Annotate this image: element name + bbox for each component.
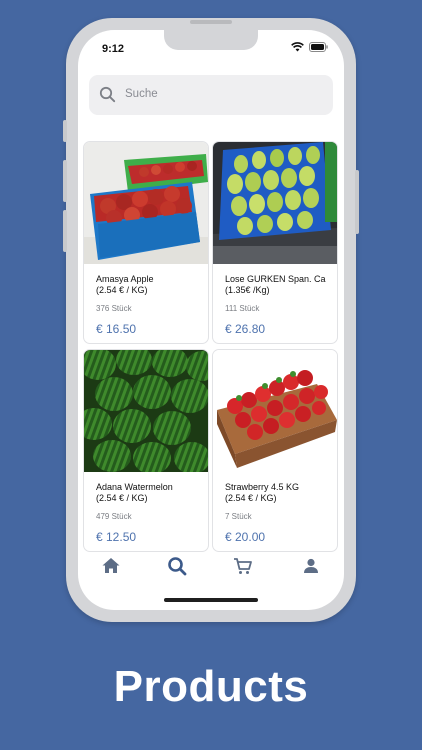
- home-icon: [102, 558, 120, 573]
- product-card[interactable]: Lose GURKEN Span. Ca (1.35€ /Kg) 111 Stü…: [212, 141, 338, 344]
- product-stock: 376 Stück: [96, 304, 132, 313]
- status-icons: [291, 42, 328, 52]
- product-price: € 16.50: [96, 322, 137, 336]
- product-image-strawberries: [213, 350, 337, 472]
- product-name: Strawberry 4.5 KG (2.54 € / KG): [225, 482, 300, 503]
- mute-switch: [63, 120, 67, 142]
- app-screen: 9:12 Suche Amasya Apple (2.54 € / KG) 37…: [78, 30, 344, 610]
- battery-icon: [309, 42, 328, 52]
- cart-icon: [234, 558, 252, 574]
- tab-home[interactable]: [99, 554, 123, 578]
- search-icon: [99, 86, 116, 103]
- profile-icon: [304, 558, 318, 573]
- product-card[interactable]: Adana Watermelon (2.54 € / KG) 479 Stück…: [83, 349, 209, 552]
- product-stock: 111 Stück: [225, 304, 260, 313]
- status-time: 9:12: [102, 43, 125, 55]
- volume-down-button: [63, 210, 67, 252]
- product-name: Lose GURKEN Span. Ca (1.35€ /Kg): [225, 274, 326, 295]
- home-indicator: [164, 598, 258, 602]
- speaker-grille: [190, 20, 232, 24]
- product-card[interactable]: Amasya Apple (2.54 € / KG) 376 Stück € 1…: [83, 141, 209, 344]
- power-button: [355, 170, 359, 234]
- phone-frame: 9:12 Suche Amasya Apple (2.54 € / KG) 37…: [63, 18, 359, 622]
- volume-up-button: [63, 160, 67, 202]
- product-name: Amasya Apple (2.54 € / KG): [96, 274, 154, 295]
- product-image-watermelons: [84, 350, 208, 472]
- search-placeholder[interactable]: Suche: [125, 88, 158, 100]
- product-price: € 26.80: [225, 322, 266, 336]
- tab-search[interactable]: [165, 554, 189, 578]
- product-price: € 20.00: [225, 530, 266, 544]
- tab-cart[interactable]: [231, 554, 255, 578]
- tab-bar: [78, 552, 344, 582]
- product-stock: 479 Stück: [96, 512, 132, 521]
- marketing-caption: Products: [113, 662, 309, 711]
- product-stock: 7 Stück: [225, 512, 252, 521]
- product-name: Adana Watermelon (2.54 € / KG): [96, 482, 173, 503]
- product-image-pears: [213, 142, 337, 264]
- product-card[interactable]: Strawberry 4.5 KG (2.54 € / KG) 7 Stück …: [212, 349, 338, 552]
- tab-profile[interactable]: [299, 554, 323, 578]
- wifi-icon: [291, 42, 304, 52]
- product-image-apples: [84, 142, 208, 264]
- search-bar[interactable]: Suche: [89, 75, 333, 115]
- search-icon: [168, 557, 187, 576]
- notch: [164, 30, 258, 50]
- product-price: € 12.50: [96, 530, 137, 544]
